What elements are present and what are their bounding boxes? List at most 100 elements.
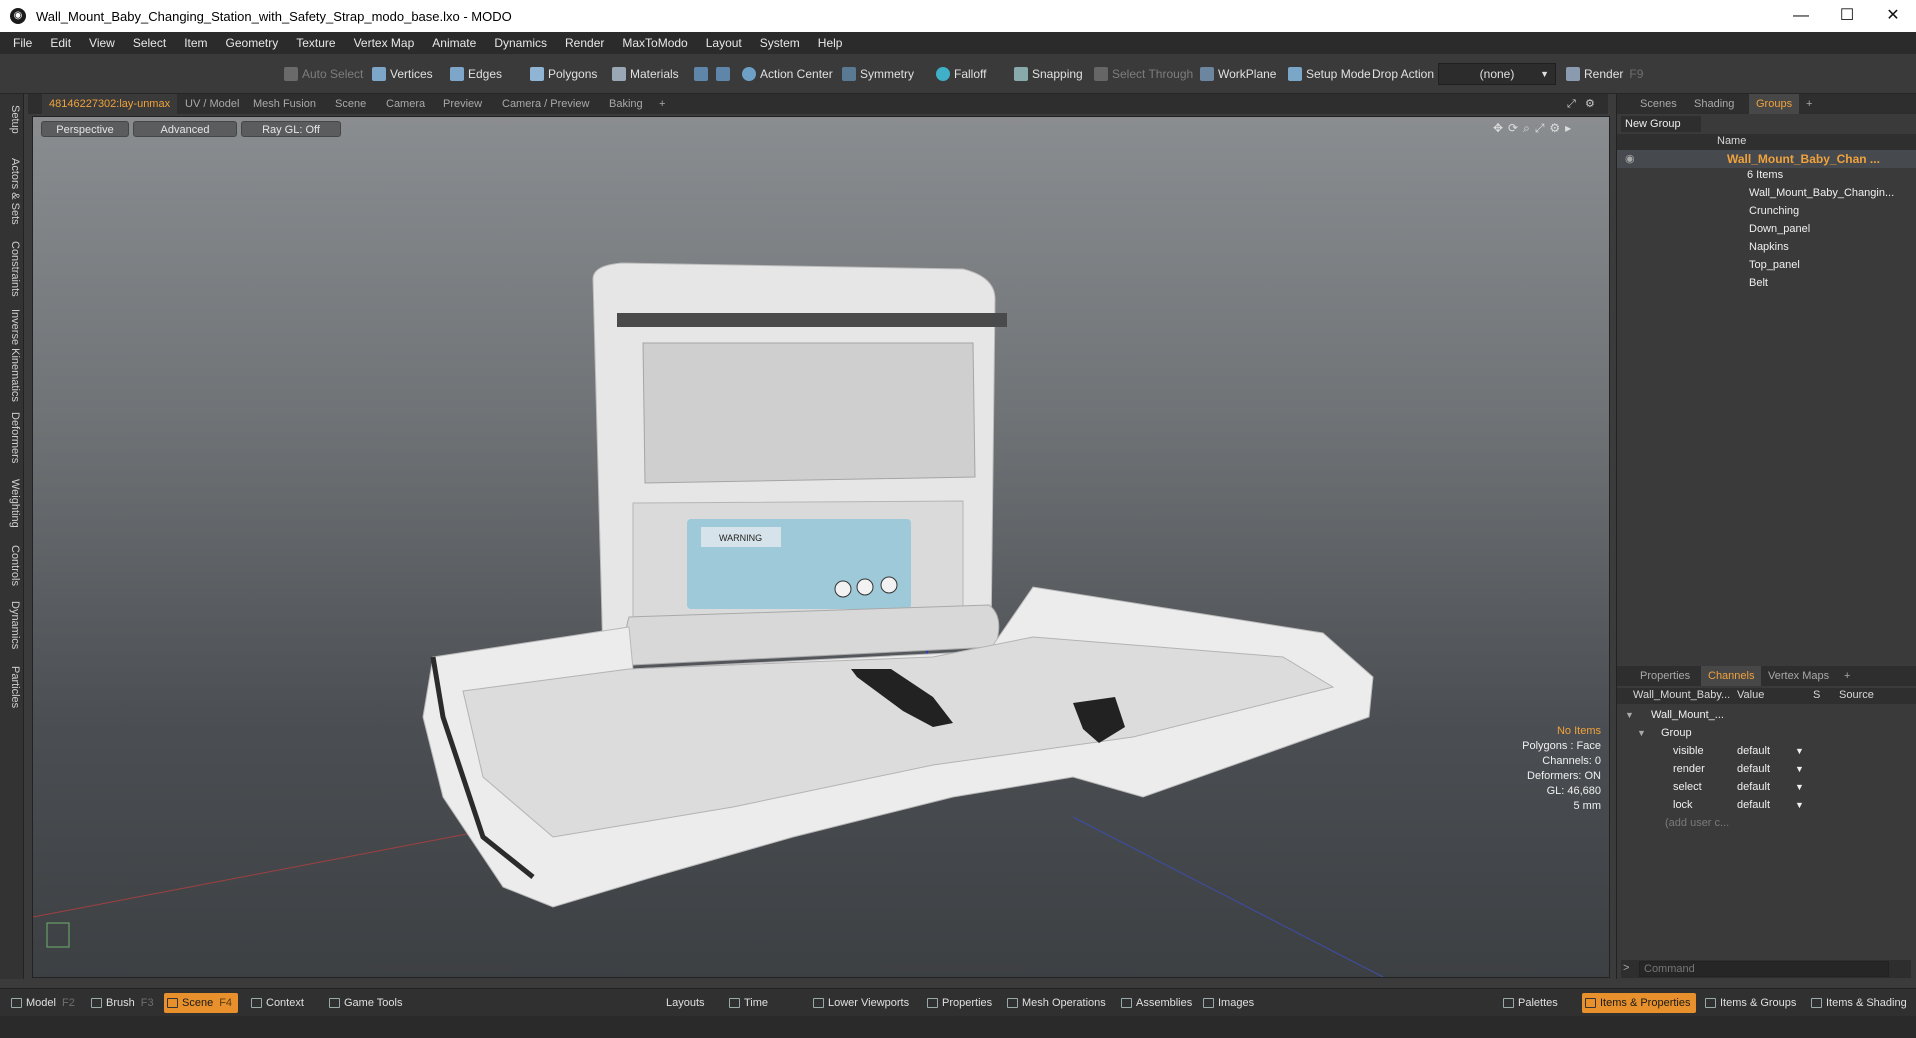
items-shading-button[interactable]: Items & Shading [1808,993,1907,1013]
table-row[interactable]: select default ▼ [1617,778,1907,796]
model-button[interactable]: Model F2 [8,993,75,1013]
channel-value[interactable]: default [1737,760,1770,778]
channel-value[interactable]: default [1737,742,1770,760]
add-panel-tab[interactable]: + [1799,94,1819,114]
list-item[interactable]: Top_panel [1617,256,1916,274]
setup-mode-button[interactable]: Setup Mode [1286,63,1371,85]
list-item[interactable]: Napkins [1617,238,1916,256]
menu-help[interactable]: Help [809,36,852,50]
assemblies-button[interactable]: Assemblies [1118,993,1192,1013]
symmetry-button[interactable]: Symmetry [840,63,914,85]
falloff-button[interactable]: Falloff [934,63,986,85]
table-row[interactable]: render default ▼ [1617,760,1907,778]
menu-layout[interactable]: Layout [697,36,751,50]
images-button[interactable]: Images [1200,993,1254,1013]
list-item[interactable]: Crunching [1617,202,1916,220]
tab-uv-model[interactable]: UV / Model [178,94,246,114]
tab-particles[interactable]: Particles [3,658,21,716]
minimize-button[interactable]: — [1778,0,1824,32]
menu-texture[interactable]: Texture [287,36,344,50]
channel-value[interactable]: default [1737,796,1770,814]
menu-system[interactable]: System [751,36,809,50]
properties-button[interactable]: Properties [924,993,992,1013]
tab-properties[interactable]: Properties [1633,666,1697,686]
tab-shading[interactable]: Shading [1687,94,1741,114]
tab-scene[interactable]: Scene [328,94,373,114]
list-item[interactable]: Down_panel [1617,220,1916,238]
menu-maxtomodo[interactable]: MaxToModo [613,36,696,50]
menu-geometry[interactable]: Geometry [217,36,288,50]
close-button[interactable]: ✕ [1870,0,1916,32]
snapping-button[interactable]: Snapping [1012,63,1083,85]
tab-camera-preview[interactable]: Camera / Preview [495,94,596,114]
action-center-button[interactable]: Action Center [740,63,833,85]
polygons-button[interactable]: Polygons [528,63,597,85]
gear-icon[interactable]: ⚙ [1578,94,1602,114]
menu-render[interactable]: Render [556,36,613,50]
channel-value[interactable]: default [1737,778,1770,796]
tab-groups[interactable]: Groups [1749,94,1800,114]
table-row[interactable]: lock default ▼ [1617,796,1907,814]
lower-viewports-button[interactable]: Lower Viewports [810,993,909,1013]
tab-lay-unmax[interactable]: 48146227302:lay-unmax [42,94,178,114]
menu-select[interactable]: Select [124,36,175,50]
context-button[interactable]: Context [248,993,304,1013]
add-channels-tab[interactable]: + [1837,666,1857,686]
tab-mesh-fusion[interactable]: Mesh Fusion [246,94,323,114]
tab-dynamics[interactable]: Dynamics [3,596,21,654]
workplane-button[interactable]: WorkPlane [1198,63,1276,85]
menu-dynamics[interactable]: Dynamics [485,36,556,50]
tab-camera[interactable]: Camera [379,94,432,114]
game-tools-button[interactable]: Game Tools [326,993,403,1013]
brush-button[interactable]: Brush F3 [88,993,154,1013]
menu-edit[interactable]: Edit [41,36,80,50]
drop-action-dropdown[interactable]: (none) ▼ [1438,63,1556,85]
new-group-button[interactable]: New Group [1621,116,1701,132]
chevron-down-icon[interactable]: ▼ [1795,760,1804,778]
tab-inverse-kinematics[interactable]: Inverse Kinematics [3,306,21,404]
tab-scenes[interactable]: Scenes [1633,94,1684,114]
chevron-down-icon[interactable]: ▼ [1795,742,1804,760]
time-button[interactable]: Time [726,993,768,1013]
center-button[interactable] [714,63,730,85]
items-properties-button[interactable]: Items & Properties [1582,993,1697,1013]
palettes-button[interactable]: Palettes [1500,993,1558,1013]
menu-vertex-map[interactable]: Vertex Map [345,36,424,50]
tab-controls[interactable]: Controls [3,538,21,592]
mesh-operations-button[interactable]: Mesh Operations [1004,993,1106,1013]
3d-viewport[interactable]: Perspective Advanced Ray GL: Off ✥⟳⌕⤢⚙▸ … [32,116,1610,978]
pivot-button[interactable] [692,63,708,85]
menu-item[interactable]: Item [175,36,216,50]
list-item[interactable]: Belt [1617,274,1916,292]
command-input[interactable] [1639,961,1889,977]
tab-baking[interactable]: Baking [602,94,650,114]
layouts-button[interactable]: Layouts [648,993,705,1013]
maximize-button[interactable]: ☐ [1824,0,1870,32]
tab-preview[interactable]: Preview [436,94,489,114]
tab-vertex-maps[interactable]: Vertex Maps [1761,666,1836,686]
channel-root-row[interactable]: ▼ Wall_Mount_... [1617,706,1907,724]
table-row[interactable]: visible default ▼ [1617,742,1907,760]
tab-setup[interactable]: Setup [3,100,21,138]
edges-button[interactable]: Edges [448,63,502,85]
tab-channels[interactable]: Channels [1701,666,1762,686]
list-item[interactable]: Wall_Mount_Baby_Changin... [1617,184,1916,202]
add-user-channel-row[interactable]: (add user c... [1617,814,1907,832]
tab-deformers[interactable]: Deformers [3,408,21,468]
tab-weighting[interactable]: Weighting [3,472,21,534]
chevron-down-icon[interactable]: ▼ [1795,796,1804,814]
scene-button[interactable]: Scene F4 [164,993,239,1013]
tab-constraints[interactable]: Constraints [3,236,21,302]
auto-select-button[interactable]: Auto Select [282,63,363,85]
select-through-button[interactable]: Select Through [1092,63,1193,85]
chevron-down-icon[interactable]: ▼ [1795,778,1804,796]
materials-button[interactable]: Materials [610,63,679,85]
channel-group-row[interactable]: ▼ Group [1617,724,1907,742]
menu-file[interactable]: File [4,36,41,50]
menu-animate[interactable]: Animate [423,36,485,50]
tab-actors-sets[interactable]: Actors & Sets [3,150,21,232]
items-groups-button[interactable]: Items & Groups [1702,993,1796,1013]
menu-view[interactable]: View [80,36,124,50]
render-button[interactable]: Render F9 [1564,63,1643,85]
add-tab-button[interactable]: + [652,94,672,114]
